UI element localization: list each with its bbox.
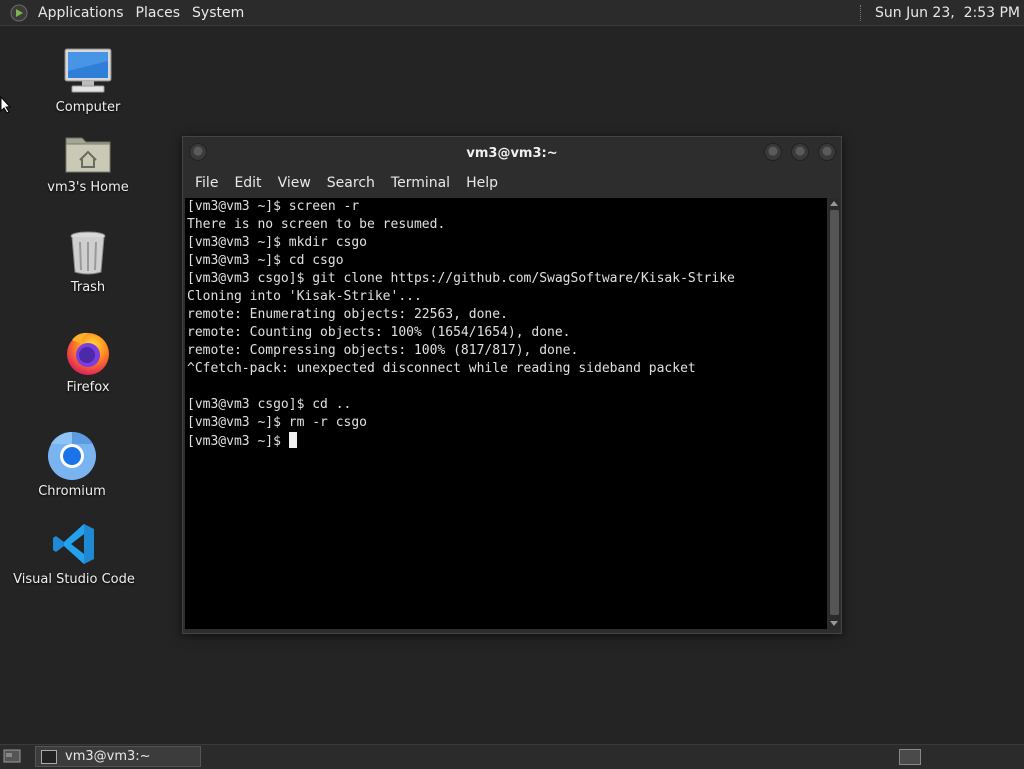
scroll-down-icon[interactable] [830, 621, 838, 626]
terminal-line: [vm3@vm3 ~]$ rm -r csgo [187, 415, 368, 430]
mouse-pointer-icon [0, 96, 12, 114]
terminal-line: remote: Compressing objects: 100% (817/8… [187, 343, 579, 358]
terminal-line: remote: Enumerating objects: 22563, done… [187, 307, 508, 322]
desktop-icon-label: Computer [55, 100, 121, 115]
terminal-menubar: File Edit View Search Terminal Help [183, 169, 841, 196]
terminal-line: ^Cfetch-pack: unexpected disconnect whil… [187, 361, 696, 376]
desktop-icon-label: Trash [70, 280, 106, 295]
menu-file[interactable]: File [187, 175, 226, 191]
applications-menu[interactable]: Applications [32, 5, 130, 21]
desktop-icon-firefox[interactable]: Firefox [33, 326, 143, 395]
window-title: vm3@vm3:~ [466, 145, 558, 161]
panel-separator [860, 4, 865, 21]
desktop-icon-label: Visual Studio Code [13, 572, 135, 587]
terminal-prompt-line[interactable]: [vm3@vm3 ~]$ [187, 432, 825, 450]
terminal-line: [vm3@vm3 ~]$ mkdir csgo [187, 235, 368, 250]
terminal-line: remote: Counting objects: 100% (1654/165… [187, 325, 571, 340]
terminal-line: [vm3@vm3 ~]$ screen -r [187, 199, 360, 214]
minimize-button[interactable] [764, 143, 782, 161]
menu-view[interactable]: View [270, 175, 319, 191]
desktop-icon-label: Chromium [38, 484, 106, 499]
menu-search[interactable]: Search [319, 175, 383, 191]
taskbar-button-terminal[interactable]: vm3@vm3:~ [35, 746, 201, 767]
menu-edit[interactable]: Edit [226, 175, 269, 191]
trash-icon [70, 231, 106, 275]
places-menu[interactable]: Places [130, 5, 187, 21]
show-desktop-icon[interactable] [3, 748, 21, 764]
computer-icon [64, 48, 112, 93]
menu-help[interactable]: Help [458, 175, 506, 191]
scroll-up-icon[interactable] [830, 201, 838, 206]
terminal-line: Cloning into 'Kisak-Strike'... [187, 289, 422, 304]
top-panel: Applications Places System Sun Jun 23, 2… [0, 0, 1024, 26]
terminal-prompt: [vm3@vm3 ~]$ [187, 434, 289, 449]
terminal-line: [vm3@vm3 csgo]$ cd .. [187, 397, 352, 412]
window-menu-button[interactable] [189, 143, 207, 161]
scroll-thumb[interactable] [830, 210, 839, 615]
terminal-scrollbar[interactable] [829, 198, 840, 629]
desktop-icon-chromium[interactable]: Chromium [17, 430, 127, 499]
clock[interactable]: Sun Jun 23, 2:53 PM [875, 5, 1020, 21]
vscode-icon [53, 524, 94, 564]
text-cursor [288, 432, 297, 448]
desktop-icon-home[interactable]: vm3's Home [33, 126, 143, 195]
bottom-panel: vm3@vm3:~ [0, 744, 1024, 769]
workspace-switcher[interactable] [899, 749, 921, 765]
taskbar-button-label: vm3@vm3:~ [65, 749, 151, 764]
home-folder-icon [65, 137, 111, 173]
maximize-button[interactable] [791, 143, 809, 161]
terminal-window[interactable]: vm3@vm3:~ File Edit View Search Terminal… [182, 136, 842, 634]
menu-terminal[interactable]: Terminal [383, 175, 458, 191]
firefox-icon [67, 332, 109, 375]
terminal-line: [vm3@vm3 csgo]$ git clone https://github… [187, 271, 735, 286]
gnome-foot-icon[interactable] [10, 4, 28, 22]
desktop-icon-label: Firefox [66, 380, 110, 395]
terminal-output[interactable]: [vm3@vm3 ~]$ screen -r There is no scree… [185, 198, 827, 629]
desktop-icon-vscode[interactable]: Visual Studio Code [13, 518, 135, 587]
desktop-icon-computer[interactable]: Computer [33, 46, 143, 115]
window-titlebar[interactable]: vm3@vm3:~ [183, 137, 841, 169]
terminal-icon [41, 749, 57, 764]
chromium-icon [48, 431, 96, 480]
terminal-line: [vm3@vm3 ~]$ cd csgo [187, 253, 344, 268]
desktop-icon-trash[interactable]: Trash [33, 226, 143, 295]
close-button[interactable] [818, 143, 836, 161]
terminal-line: There is no screen to be resumed. [187, 217, 446, 232]
system-menu[interactable]: System [186, 5, 250, 21]
desktop-icon-label: vm3's Home [47, 180, 129, 195]
